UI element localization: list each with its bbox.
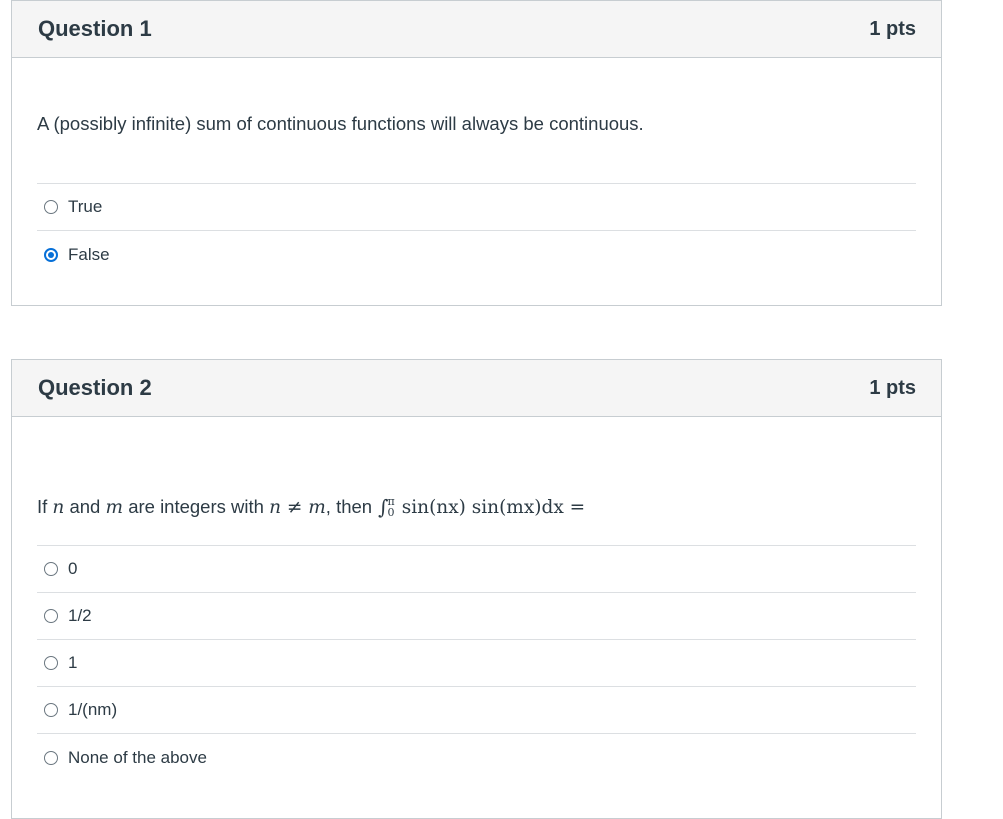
answer-option[interactable]: None of the above <box>37 734 916 781</box>
integral-expression: ∫ π 0 <box>378 495 399 519</box>
radio-button-selected[interactable] <box>44 247 58 262</box>
answer-option[interactable]: 1/(nm) <box>37 687 916 734</box>
question-header: Question 1 1 pts <box>12 1 941 58</box>
answer-label: None of the above <box>68 747 207 767</box>
answer-label: 0 <box>68 559 78 578</box>
question-text-part: and <box>69 496 101 517</box>
question-body: If n and m are integers with n ≠ m, then… <box>12 469 941 781</box>
question-text-part: , then <box>325 496 373 517</box>
integrand: sin(nx) sin(mx)dx = <box>401 496 586 518</box>
radio-button[interactable] <box>44 609 58 623</box>
question-points: 1 pts <box>869 17 916 40</box>
question-points: 1 pts <box>869 376 916 399</box>
question-text: A (possibly infinite) sum of continuous … <box>37 113 644 134</box>
question-text-part: If <box>37 496 48 517</box>
math-variable-m: m <box>105 496 124 518</box>
answer-label: 1/(nm) <box>68 700 118 719</box>
answer-label: 1/2 <box>68 606 92 625</box>
radio-button[interactable] <box>44 750 58 765</box>
radio-button[interactable] <box>44 703 58 717</box>
question-card-2: Question 2 1 pts If n and m are integers… <box>11 359 942 819</box>
math-variable-n: n <box>52 496 65 518</box>
question-header: Question 2 1 pts <box>12 360 941 417</box>
radio-button[interactable] <box>44 200 58 214</box>
integral-limits: π 0 <box>388 496 395 518</box>
answer-list: 0 1/2 1 1/(nm) None of the above <box>37 545 916 781</box>
question-title: Question 1 <box>38 16 152 41</box>
answer-option[interactable]: 0 <box>37 546 916 593</box>
answer-option[interactable]: 1 <box>37 640 916 687</box>
answer-label: False <box>68 244 110 264</box>
question-body: A (possibly infinite) sum of continuous … <box>12 113 941 278</box>
math-condition: n ≠ m <box>269 496 326 518</box>
answer-option[interactable]: 1/2 <box>37 593 916 640</box>
question-text: If n and m are integers with n ≠ m, then… <box>37 469 916 545</box>
question-text-part: are integers with <box>128 496 264 517</box>
radio-button[interactable] <box>44 562 58 576</box>
answer-option-true[interactable]: True <box>37 184 916 231</box>
integral-lower-limit: 0 <box>387 506 395 519</box>
answer-label: True <box>68 197 103 216</box>
question-card-1: Question 1 1 pts A (possibly infinite) s… <box>11 0 942 306</box>
answer-list: True False <box>37 183 916 278</box>
answer-label: 1 <box>68 653 78 672</box>
radio-button[interactable] <box>44 656 58 670</box>
answer-option-false[interactable]: False <box>37 231 916 278</box>
question-title: Question 2 <box>38 375 152 400</box>
